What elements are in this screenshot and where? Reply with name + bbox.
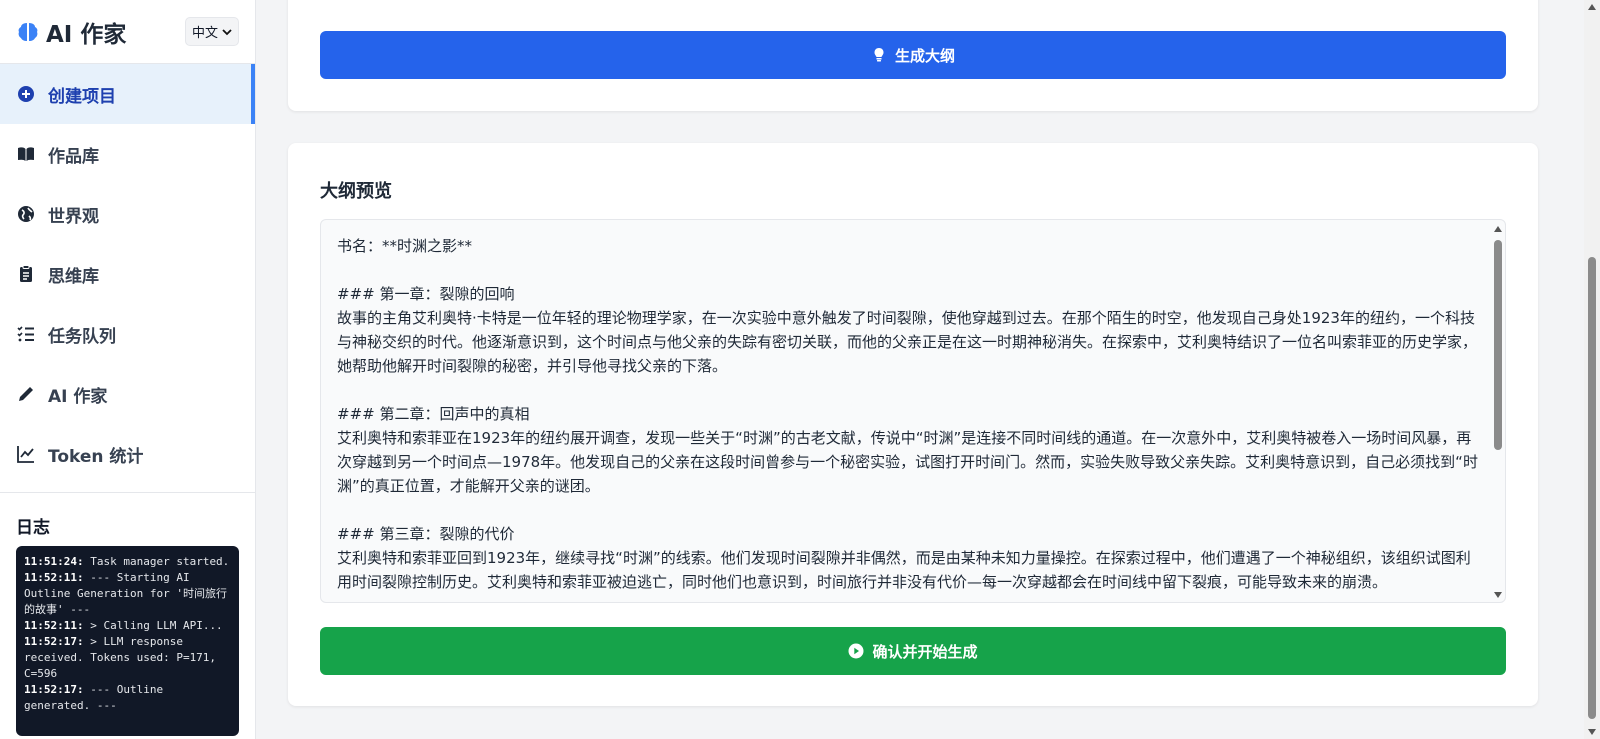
language-value: 中文 bbox=[191, 26, 218, 41]
confirm-generate-label: 确认并开始生成 bbox=[872, 643, 978, 661]
lightbulb-icon bbox=[874, 48, 884, 62]
page-scroll-down-icon[interactable] bbox=[1588, 729, 1596, 735]
log-panel[interactable]: 11:51:24: Task manager started. 11:52:11… bbox=[16, 546, 239, 736]
sidebar-item-label: 作品库 bbox=[48, 146, 99, 167]
scroll-down-icon[interactable] bbox=[1494, 592, 1502, 598]
log-line: 11:52:11: --- Starting AI Outline Genera… bbox=[24, 571, 227, 616]
preview-title: 大纲预览 bbox=[320, 181, 392, 202]
page-scroll-thumb[interactable] bbox=[1588, 257, 1596, 719]
outline-scrollbar[interactable] bbox=[1493, 224, 1503, 600]
sidebar-item-library[interactable]: 作品库 bbox=[0, 124, 255, 184]
outline-preview-card: 大纲预览 书名：**时渊之影** ### 第一章：裂隙的回响 故事的主角艾利奥特… bbox=[288, 143, 1538, 706]
sidebar-item-token-stats[interactable]: Token 统计 bbox=[0, 424, 255, 484]
log-line: 11:52:17: > LLM response received. Token… bbox=[24, 635, 217, 680]
log-line: 11:52:17: --- Outline generated. --- bbox=[24, 683, 164, 712]
clipboard-icon bbox=[20, 265, 32, 282]
sidebar-item-ai-writer[interactable]: AI 作家 bbox=[0, 364, 255, 424]
book-open-icon bbox=[18, 147, 34, 161]
play-circle-icon bbox=[848, 643, 864, 659]
sidebar-item-label: 世界观 bbox=[48, 206, 99, 227]
generate-outline-button[interactable]: 生成大纲 bbox=[320, 31, 1506, 79]
sidebar-item-mind-library[interactable]: 思维库 bbox=[0, 244, 255, 304]
sidebar-item-label: 思维库 bbox=[48, 266, 99, 287]
pen-icon bbox=[19, 387, 33, 401]
confirm-generate-button[interactable]: 确认并开始生成 bbox=[320, 627, 1506, 675]
sidebar-item-label: 创建项目 bbox=[48, 86, 116, 107]
page-scroll-up-icon[interactable] bbox=[1588, 4, 1596, 10]
outline-text: 书名：**时渊之影** ### 第一章：裂隙的回响 故事的主角艾利奥特·卡特是一… bbox=[337, 237, 1478, 591]
outline-scroll-thumb[interactable] bbox=[1494, 240, 1502, 450]
language-select[interactable]: 中文 bbox=[184, 17, 239, 46]
brand: AI 作家 bbox=[16, 15, 126, 49]
sidebar-item-label: 任务队列 bbox=[48, 326, 116, 347]
sidebar-item-worldview[interactable]: 世界观 bbox=[0, 184, 255, 244]
sidebar-item-label: AI 作家 bbox=[48, 386, 108, 407]
page-scrollbar[interactable] bbox=[1584, 0, 1600, 739]
plus-circle-icon bbox=[18, 86, 34, 102]
sidebar-item-label: Token 统计 bbox=[48, 446, 144, 467]
globe-icon bbox=[18, 206, 34, 222]
brain-logo-icon bbox=[18, 22, 38, 41]
line-chart-icon bbox=[17, 446, 34, 463]
sidebar-item-create-project[interactable]: 创建项目 bbox=[0, 64, 255, 124]
chevron-down-icon bbox=[222, 28, 232, 35]
brand-header: AI 作家 中文 bbox=[0, 0, 255, 64]
outline-textarea[interactable]: 书名：**时渊之影** ### 第一章：裂隙的回响 故事的主角艾利奥特·卡特是一… bbox=[320, 219, 1506, 603]
log-line: 11:51:24: Task manager started. bbox=[24, 555, 230, 568]
log-title: 日志 bbox=[16, 518, 50, 538]
log-line: 11:52:11: > Calling LLM API... bbox=[24, 619, 223, 632]
list-check-icon bbox=[17, 326, 34, 342]
sidebar: AI 作家 中文 创建项目 作品库 世界观 思维库 任务队列 AI 作家 Tok… bbox=[0, 0, 256, 739]
sidebar-item-task-queue[interactable]: 任务队列 bbox=[0, 304, 255, 364]
generate-card: 生成大纲 bbox=[288, 0, 1538, 111]
generate-outline-label: 生成大纲 bbox=[894, 47, 955, 65]
app-title: AI 作家 bbox=[46, 21, 127, 48]
scroll-up-icon[interactable] bbox=[1494, 226, 1502, 232]
